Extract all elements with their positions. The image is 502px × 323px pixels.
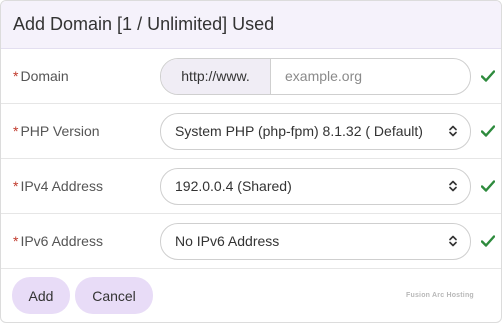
ipv6-selected-value: No IPv6 Address	[175, 233, 280, 249]
php-version-label: * PHP Version	[13, 123, 100, 139]
php-version-label-text: PHP Version	[20, 123, 100, 139]
page-title: Add Domain [1 / Unlimited] Used	[13, 14, 275, 34]
ipv6-label-text: IPv6 Address	[20, 233, 103, 249]
required-marker: *	[13, 68, 19, 84]
check-icon	[480, 123, 496, 139]
ipv6-select[interactable]: No IPv6 Address	[160, 222, 471, 260]
form-row-ipv4: * IPv4 Address 192.0.0.4 (Shared)	[1, 159, 501, 214]
ipv4-label: * IPv4 Address	[13, 178, 103, 194]
php-version-select[interactable]: System PHP (php-fpm) 8.1.32 ( Default)	[160, 112, 471, 150]
php-version-selected-value: System PHP (php-fpm) 8.1.32 ( Default)	[175, 123, 423, 139]
branding-text: Fusion Arc Hosting	[406, 292, 474, 299]
domain-input[interactable]: example.org	[271, 68, 470, 84]
cancel-button[interactable]: Cancel	[75, 277, 153, 314]
panel-header: Add Domain [1 / Unlimited] Used	[1, 1, 501, 49]
ipv6-label: * IPv6 Address	[13, 233, 103, 249]
required-marker: *	[13, 233, 19, 249]
form-row-ipv6: * IPv6 Address No IPv6 Address	[1, 214, 501, 269]
check-icon	[480, 68, 496, 84]
domain-field: http://www. example.org	[160, 57, 471, 95]
domain-label-text: Domain	[20, 68, 69, 84]
add-domain-panel: Add Domain [1 / Unlimited] Used * Domain …	[0, 0, 502, 323]
select-caret-icon	[444, 177, 462, 195]
required-marker: *	[13, 178, 19, 194]
ipv4-select[interactable]: 192.0.0.4 (Shared)	[160, 167, 471, 205]
check-icon	[480, 233, 496, 249]
ipv4-selected-value: 192.0.0.4 (Shared)	[175, 178, 292, 194]
form-row-domain: * Domain http://www. example.org	[1, 49, 501, 104]
domain-prefix-addon: http://www.	[161, 58, 271, 94]
form-footer: Add Cancel Fusion Arc Hosting	[1, 269, 501, 322]
required-marker: *	[13, 123, 19, 139]
domain-label: * Domain	[13, 68, 69, 84]
select-caret-icon	[444, 122, 462, 140]
check-icon	[480, 178, 496, 194]
ipv4-label-text: IPv4 Address	[20, 178, 103, 194]
select-caret-icon	[444, 232, 462, 250]
add-button[interactable]: Add	[12, 277, 70, 314]
form-row-php-version: * PHP Version System PHP (php-fpm) 8.1.32…	[1, 104, 501, 159]
